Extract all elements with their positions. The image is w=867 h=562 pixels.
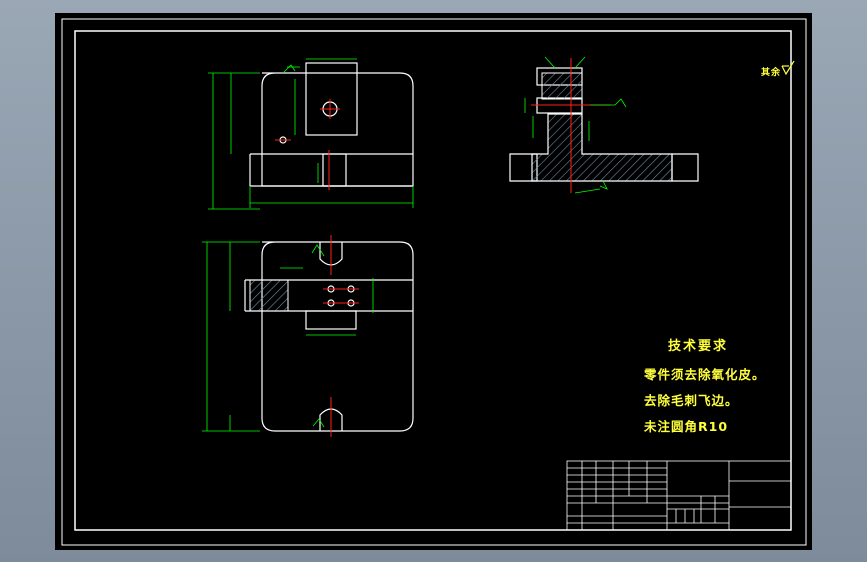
front-view: [249, 62, 414, 187]
technical-note-1: 零件须去除氧化皮。: [644, 367, 766, 382]
front-view-centerlines: [275, 99, 340, 190]
technical-requirements-title: 技术要求: [668, 339, 729, 354]
surface-roughness-note: 其余: [761, 68, 782, 78]
section-head-hatch: [541, 72, 583, 100]
title-block: [566, 460, 792, 531]
section-hatch: [531, 113, 673, 182]
outer-frame: [61, 18, 807, 546]
technical-note-3: 未注圆角R10: [644, 419, 729, 434]
cad-drawing-viewport[interactable]: 技术要求 零件须去除氧化皮。 去除毛刺飞边。 未注圆角R10 其余: [55, 13, 812, 550]
top-view-section-hatch: [249, 279, 289, 312]
top-view: [244, 241, 414, 432]
technical-note-2: 去除毛刺飞边。: [644, 393, 739, 408]
top-view-centerlines: [323, 235, 359, 437]
top-view-dimensions: [202, 241, 374, 432]
drawing-sheet: [61, 18, 807, 546]
roughness-symbol-icon: [781, 60, 795, 76]
inner-frame: [74, 30, 792, 531]
